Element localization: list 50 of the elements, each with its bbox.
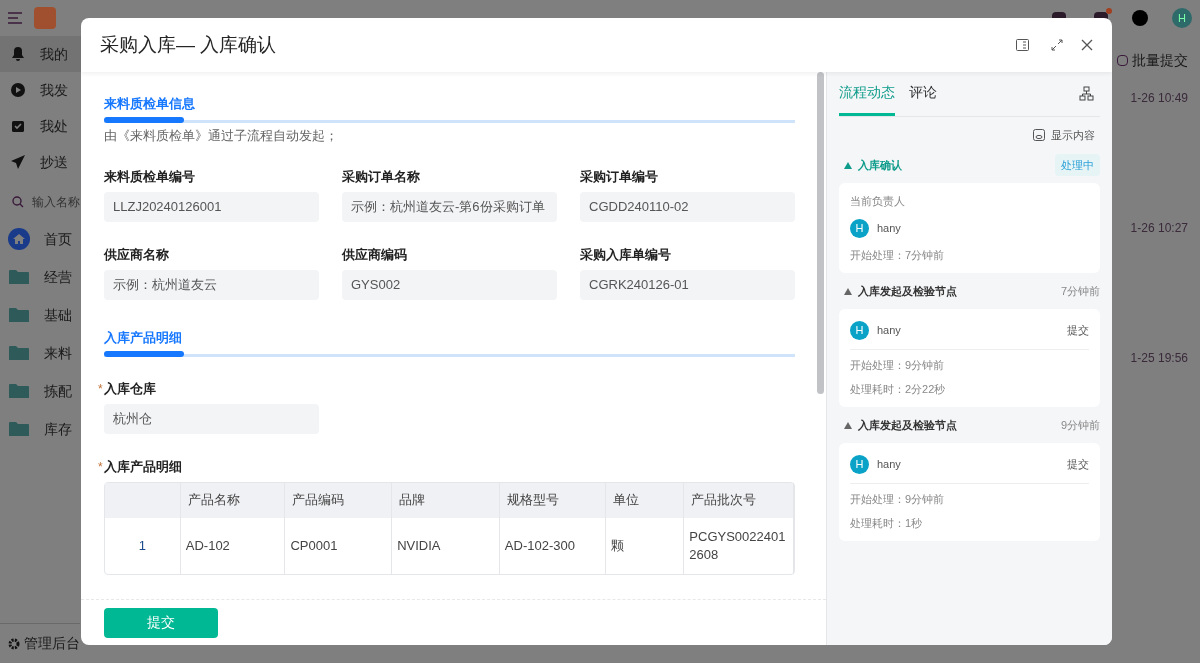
step-detail: 开始处理：9分钟前 xyxy=(850,492,946,507)
table-cell: AD-102-300 xyxy=(499,517,606,574)
row-number: 1 xyxy=(105,517,181,574)
table-cell: CP0001 xyxy=(285,517,393,574)
list-time: 1-26 10:49 xyxy=(1130,90,1188,107)
step-time: 7分钟前 xyxy=(1060,283,1100,299)
column-header: 单位 xyxy=(605,482,685,518)
step-title: 入库确认 xyxy=(858,157,903,173)
step-detail: 处理耗时：1秒 xyxy=(850,515,924,531)
user-name: hany xyxy=(877,456,902,472)
column-header: 产品编码 xyxy=(285,482,393,518)
table-cell: AD-102 xyxy=(180,517,286,574)
user-avatar: H xyxy=(850,219,869,238)
field-label: 来料质检单编号 xyxy=(104,167,195,186)
status-tag: 处理中 xyxy=(1055,153,1100,177)
user-name: hany xyxy=(877,221,902,237)
field-label: 入库仓库 xyxy=(104,379,156,398)
column-header: 产品名称 xyxy=(180,482,286,518)
user-avatar: H xyxy=(850,320,869,340)
section-title: 入库产品明细 xyxy=(104,328,183,346)
action-label: 提交 xyxy=(1067,322,1089,338)
field-label: 供应商编码 xyxy=(342,245,407,264)
dialog-title: 采购入库— 入库确认 xyxy=(100,32,278,57)
table-cell: PCGYS00224012608 xyxy=(684,517,794,574)
action-label: 提交 xyxy=(1067,456,1089,472)
step-detail: 开始处理：9分钟前 xyxy=(850,358,946,373)
field-label: 采购订单编号 xyxy=(580,167,658,186)
step-title: 入库发起及检验节点 xyxy=(858,417,958,433)
required-mark: * xyxy=(98,380,103,398)
step-detail: 处理耗时：2分22秒 xyxy=(850,381,947,397)
step-title: 入库发起及检验节点 xyxy=(858,283,958,299)
list-time: 1-26 10:27 xyxy=(1130,220,1188,237)
list-time: 1-25 19:56 xyxy=(1130,350,1188,367)
section-note: 由《来料质检单》通过子流程自动发起； xyxy=(104,127,339,145)
user-avatar: H xyxy=(850,454,869,474)
column-header: 品牌 xyxy=(392,482,500,518)
step-time: 9分钟前 xyxy=(1060,417,1100,433)
column-header: 产品批次号 xyxy=(684,482,794,518)
table-label: 入库产品明细 xyxy=(104,457,182,476)
table-cell: 颗 xyxy=(605,517,685,574)
table-cell: NVIDIA xyxy=(392,517,500,574)
step-detail: 开始处理：7分钟前 xyxy=(850,247,946,263)
field-label: 供应商名称 xyxy=(104,245,169,264)
field-label: 采购订单名称 xyxy=(342,167,420,186)
owner-label: 当前负责人 xyxy=(850,194,906,209)
column-header: 规格型号 xyxy=(499,482,606,518)
user-name: hany xyxy=(877,322,902,338)
field-label: 采购入库单编号 xyxy=(580,245,671,264)
required-mark: * xyxy=(98,458,103,476)
section-title: 来料质检单信息 xyxy=(104,95,196,112)
